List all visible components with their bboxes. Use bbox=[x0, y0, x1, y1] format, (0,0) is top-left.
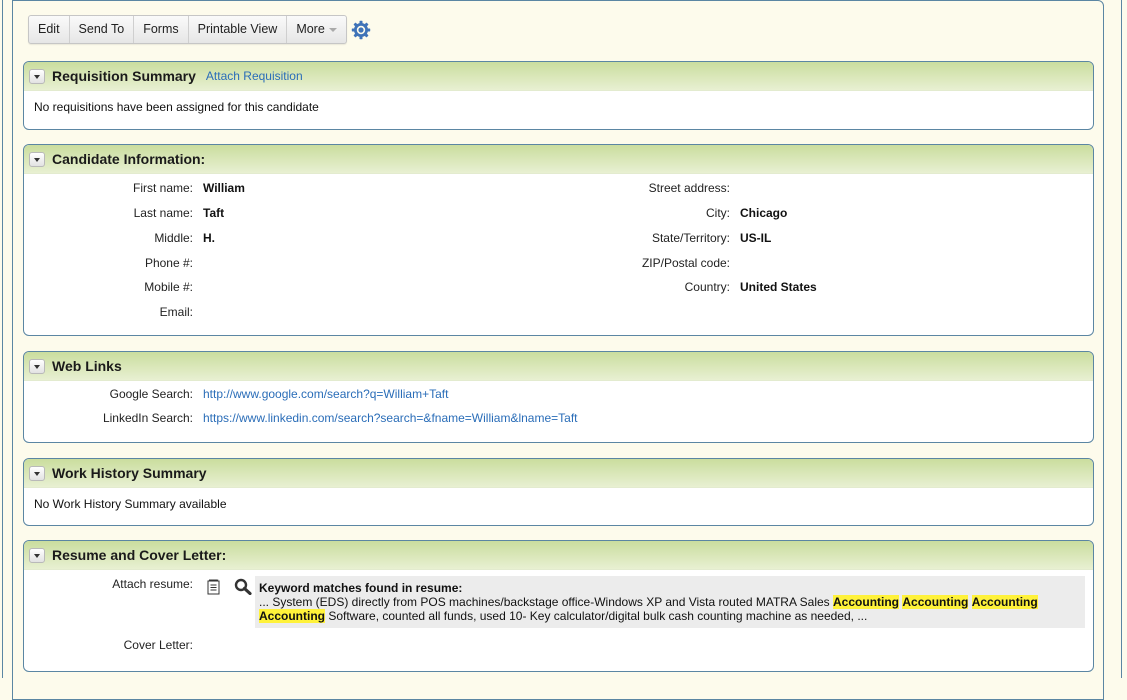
linkedin-search-row: LinkedIn Search: https://www.linkedin.co… bbox=[24, 411, 578, 425]
section-header: Web Links bbox=[24, 352, 1093, 381]
field-value: H. bbox=[203, 231, 215, 245]
field-label: Street address: bbox=[524, 181, 730, 195]
field-label: Middle: bbox=[24, 231, 193, 245]
field-label: Phone #: bbox=[24, 256, 193, 270]
field-phone: Phone #: bbox=[24, 256, 203, 270]
keyword-snippet: ... System (EDS) directly from POS machi… bbox=[259, 595, 1081, 623]
printable-view-button[interactable]: Printable View bbox=[189, 16, 288, 43]
field-label: Last name: bbox=[24, 206, 193, 220]
work-history-section: Work History Summary No Work History Sum… bbox=[23, 458, 1094, 526]
field-city: City: Chicago bbox=[524, 206, 787, 220]
resume-section: Resume and Cover Letter: Attach resume: … bbox=[23, 540, 1094, 672]
keyword-highlight: Accounting bbox=[902, 595, 968, 609]
action-button-group: Edit Send To Forms Printable View More bbox=[28, 15, 347, 44]
collapse-toggle[interactable] bbox=[29, 359, 45, 374]
forms-button[interactable]: Forms bbox=[134, 16, 188, 43]
keyword-matches-title: Keyword matches found in resume: bbox=[259, 581, 1081, 595]
attach-requisition-link[interactable]: Attach Requisition bbox=[206, 69, 303, 83]
attach-resume-row: Attach resume: bbox=[24, 577, 193, 591]
outer-border-right bbox=[1121, 0, 1122, 678]
section-header: Requisition Summary Attach Requisition bbox=[24, 62, 1093, 91]
field-first-name: First name: William bbox=[24, 181, 245, 195]
requisition-summary-section: Requisition Summary Attach Requisition N… bbox=[23, 61, 1094, 130]
web-links-section: Web Links Google Search: http://www.goog… bbox=[23, 351, 1094, 443]
link-label: LinkedIn Search: bbox=[24, 411, 193, 425]
field-email: Email: bbox=[24, 305, 203, 319]
field-state: State/Territory: US-IL bbox=[524, 231, 771, 245]
field-middle: Middle: H. bbox=[24, 231, 215, 245]
edit-button[interactable]: Edit bbox=[29, 16, 70, 43]
candidate-information-section: Candidate Information: First name: Willi… bbox=[23, 144, 1094, 336]
field-country: Country: United States bbox=[524, 280, 817, 294]
section-header: Resume and Cover Letter: bbox=[24, 541, 1093, 570]
linkedin-search-link[interactable]: https://www.linkedin.com/search?search=&… bbox=[203, 411, 578, 425]
attach-resume-label: Attach resume: bbox=[24, 577, 193, 591]
search-icon[interactable] bbox=[234, 578, 252, 595]
section-title: Candidate Information: bbox=[52, 151, 205, 167]
field-value: United States bbox=[740, 280, 817, 294]
outer-border-left bbox=[2, 0, 3, 678]
cover-letter-label: Cover Letter: bbox=[24, 638, 193, 652]
field-value: William bbox=[203, 181, 245, 195]
link-label: Google Search: bbox=[24, 387, 193, 401]
field-label: First name: bbox=[24, 181, 193, 195]
collapse-toggle[interactable] bbox=[29, 152, 45, 167]
section-header: Candidate Information: bbox=[24, 145, 1093, 174]
section-header: Work History Summary bbox=[24, 459, 1093, 488]
snippet-before: ... System (EDS) directly from POS machi… bbox=[259, 595, 833, 609]
more-label: More bbox=[296, 22, 324, 36]
gear-icon[interactable] bbox=[351, 20, 371, 40]
requisition-message: No requisitions have been assigned for t… bbox=[24, 91, 1093, 123]
section-title: Requisition Summary bbox=[52, 68, 196, 84]
section-title: Resume and Cover Letter: bbox=[52, 547, 226, 563]
keyword-matches-box: Keyword matches found in resume: ... Sys… bbox=[255, 576, 1085, 628]
keyword-highlight: Accounting bbox=[972, 595, 1038, 609]
cover-letter-row: Cover Letter: bbox=[24, 638, 193, 652]
send-to-button[interactable]: Send To bbox=[70, 16, 135, 43]
field-zip: ZIP/Postal code: bbox=[524, 256, 740, 270]
google-search-row: Google Search: http://www.google.com/sea… bbox=[24, 387, 448, 401]
snippet-after: Software, counted all funds, used 10- Ke… bbox=[325, 609, 867, 623]
more-dropdown-button[interactable]: More bbox=[287, 16, 345, 43]
collapse-toggle[interactable] bbox=[29, 548, 45, 563]
field-label: Mobile #: bbox=[24, 280, 193, 294]
caret-down-icon bbox=[329, 28, 337, 32]
document-icon[interactable] bbox=[207, 579, 220, 595]
field-label: Country: bbox=[524, 280, 730, 294]
collapse-toggle[interactable] bbox=[29, 69, 45, 84]
field-label: State/Territory: bbox=[524, 231, 730, 245]
google-search-link[interactable]: http://www.google.com/search?q=William+T… bbox=[203, 387, 448, 401]
field-street-address: Street address: bbox=[524, 181, 740, 195]
field-value: Taft bbox=[203, 206, 224, 220]
keyword-highlight: Accounting bbox=[259, 609, 325, 623]
section-title: Work History Summary bbox=[52, 465, 207, 481]
collapse-toggle[interactable] bbox=[29, 466, 45, 481]
keyword-highlight: Accounting bbox=[833, 595, 899, 609]
field-label: Email: bbox=[24, 305, 193, 319]
work-history-message: No Work History Summary available bbox=[24, 488, 1093, 520]
section-title: Web Links bbox=[52, 358, 122, 374]
field-label: ZIP/Postal code: bbox=[524, 256, 730, 270]
field-value: Chicago bbox=[740, 206, 787, 220]
toolbar: Edit Send To Forms Printable View More bbox=[28, 16, 371, 43]
field-label: City: bbox=[524, 206, 730, 220]
field-mobile: Mobile #: bbox=[24, 280, 203, 294]
field-value: US-IL bbox=[740, 231, 771, 245]
field-last-name: Last name: Taft bbox=[24, 206, 224, 220]
